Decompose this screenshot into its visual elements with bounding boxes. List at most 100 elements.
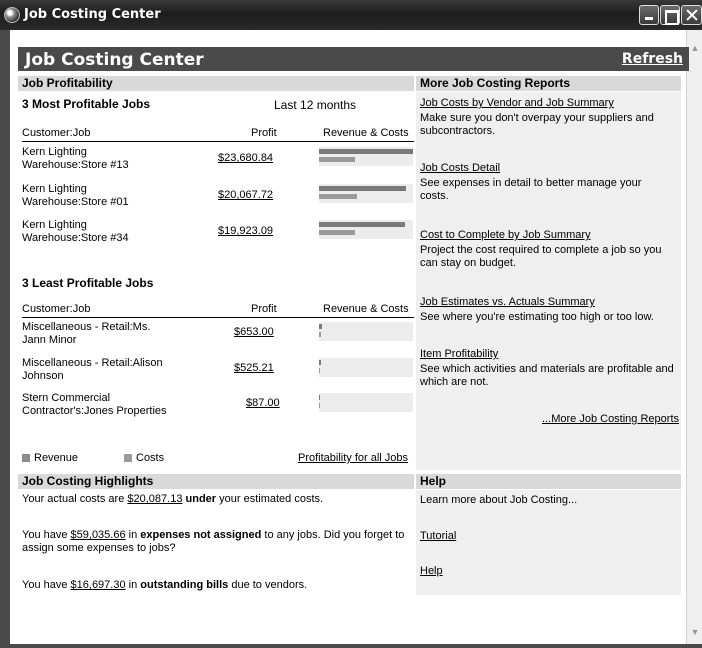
- scroll-down-icon[interactable]: ▼: [690, 628, 700, 637]
- report-desc: Make sure you don't overpay your supplie…: [420, 112, 654, 137]
- minimize-icon[interactable]: [639, 5, 659, 25]
- report-desc: See expenses in detail to better manage …: [420, 177, 642, 202]
- scroll-up-icon[interactable]: ▲: [690, 44, 700, 53]
- highlight-bold: under: [182, 493, 217, 505]
- center-header: Job Costing Center Refresh: [18, 47, 689, 71]
- report-link-job-costs-detail[interactable]: Job Costs Detail: [420, 162, 500, 174]
- highlights-header: Job Costing Highlights: [18, 474, 414, 489]
- highlight-outstanding-bills: You have $16,697.30 in outstanding bills…: [22, 579, 307, 591]
- report-link-item-profitability[interactable]: Item Profitability: [420, 348, 498, 360]
- job-name-line1: Miscellaneous - Retail:Ms.: [22, 321, 151, 333]
- least-profitable-title: 3 Least Profitable Jobs: [22, 276, 154, 290]
- job-profitability-header: Job Profitability: [18, 76, 414, 91]
- costs-legend-label: Costs: [136, 452, 165, 464]
- job-name-line2: Contractor's:Jones Properties: [22, 405, 167, 417]
- column-profit: Profit: [251, 303, 277, 315]
- column-customer-job: Customer:Job: [22, 303, 91, 315]
- revenue-cost-bars: [319, 393, 413, 412]
- cost-bar: [319, 403, 320, 408]
- table-divider: [22, 141, 414, 142]
- report-desc: See where you're estimating too high or …: [420, 311, 654, 323]
- job-profit-link[interactable]: $19,923.09: [218, 225, 273, 237]
- highlight-text: You have: [22, 579, 71, 591]
- revenue-cost-bars: [319, 322, 413, 341]
- job-name-line1: Miscellaneous - Retail:Alison: [22, 357, 163, 369]
- job-profit-link[interactable]: $87.00: [246, 397, 280, 409]
- job-name-line2: Warehouse:Store #01: [22, 196, 129, 208]
- highlight-text: in: [125, 579, 141, 591]
- actual-costs-amount-link[interactable]: $20,087.13: [127, 493, 182, 505]
- highlight-text: in: [125, 529, 141, 541]
- revenue-cost-bars: [319, 184, 413, 203]
- revenue-bar: [319, 149, 413, 154]
- most-profitable-title: 3 Most Profitable Jobs: [22, 97, 151, 111]
- cost-bar: [319, 332, 321, 337]
- period-label: Last 12 months: [274, 98, 357, 112]
- revenue-bar: [319, 395, 320, 400]
- help-panel: Learn more about Job Costing... Tutorial…: [416, 490, 681, 595]
- job-name-line2: Warehouse:Store #13: [22, 159, 129, 171]
- revenue-bar: [319, 222, 405, 227]
- job-costing-content: Job Costing Center Refresh Job Profitabi…: [10, 30, 689, 644]
- job-name-line1: Kern Lighting: [22, 183, 87, 195]
- job-name-line1: Stern Commercial: [22, 392, 111, 404]
- refresh-button[interactable]: Refresh: [622, 51, 683, 67]
- profitability-all-jobs-link[interactable]: Profitability for all Jobs: [298, 452, 408, 464]
- cost-bar: [319, 368, 320, 373]
- highlight-text: your estimated costs.: [216, 493, 324, 505]
- highlight-text: due to vendors.: [228, 579, 308, 591]
- job-name-line2: Warehouse:Store #34: [22, 232, 129, 244]
- help-link[interactable]: Help: [420, 565, 443, 577]
- legend-revenue: Revenue: [22, 452, 78, 464]
- column-customer-job: Customer:Job: [22, 127, 91, 139]
- report-link-cost-to-complete[interactable]: Cost to Complete by Job Summary: [420, 229, 591, 241]
- highlight-text: You have: [22, 529, 71, 541]
- job-name-line1: Kern Lighting: [22, 146, 87, 158]
- column-revenue-costs: Revenue & Costs: [323, 303, 409, 315]
- highlight-text: Your actual costs are: [22, 493, 128, 505]
- job-profit-link[interactable]: $23,680.84: [218, 152, 273, 164]
- table-row: Stern Commercial Contractor's:Jones Prop…: [22, 392, 167, 418]
- more-reports-header: More Job Costing Reports: [416, 76, 681, 91]
- report-link-vendor-job-summary[interactable]: Job Costs by Vendor and Job Summary: [420, 97, 614, 109]
- window-title: Job Costing Center: [24, 7, 161, 22]
- job-name-line2: Jann Minor: [22, 334, 77, 346]
- help-intro: Learn more about Job Costing...: [420, 494, 578, 506]
- tutorial-link[interactable]: Tutorial: [420, 530, 456, 542]
- report-desc: Project the cost required to complete a …: [420, 244, 662, 269]
- more-job-costing-reports-link[interactable]: ...More Job Costing Reports: [542, 413, 679, 425]
- highlight-unassigned-expenses: You have $59,035.66 in expenses not assi…: [22, 529, 410, 555]
- costs-legend-swatch: [124, 454, 132, 462]
- revenue-bar: [319, 186, 406, 191]
- center-title: Job Costing Center: [25, 50, 204, 70]
- cost-bar: [319, 194, 357, 199]
- job-name-line1: Kern Lighting: [22, 219, 87, 231]
- help-header: Help: [416, 474, 681, 489]
- table-row: Kern Lighting Warehouse:Store #13: [22, 146, 129, 172]
- maximize-icon[interactable]: [660, 5, 680, 25]
- highlight-actual-costs: Your actual costs are $20,087.13 under y…: [22, 493, 323, 505]
- job-profit-link[interactable]: $653.00: [234, 326, 274, 338]
- revenue-legend-swatch: [22, 454, 30, 462]
- app-globe-icon: [4, 7, 20, 23]
- job-name-line2: Johnson: [22, 370, 64, 382]
- revenue-cost-bars: [319, 220, 413, 239]
- job-profit-link[interactable]: $20,067.72: [218, 189, 273, 201]
- cost-bar: [319, 157, 355, 162]
- job-profit-link[interactable]: $525.21: [234, 362, 274, 374]
- outstanding-bills-amount-link[interactable]: $16,697.30: [71, 579, 126, 591]
- legend-costs: Costs: [124, 452, 164, 464]
- window-title-bar[interactable]: Job Costing Center: [0, 0, 702, 30]
- revenue-bar: [319, 360, 321, 365]
- revenue-cost-bars: [319, 147, 413, 166]
- table-row: Kern Lighting Warehouse:Store #01: [22, 183, 129, 209]
- revenue-legend-label: Revenue: [34, 452, 79, 464]
- table-row: Kern Lighting Warehouse:Store #34: [22, 219, 129, 245]
- close-icon[interactable]: [681, 5, 702, 25]
- highlight-bold: outstanding bills: [140, 579, 229, 591]
- revenue-cost-bars: [319, 358, 413, 377]
- report-link-estimates-vs-actuals[interactable]: Job Estimates vs. Actuals Summary: [420, 296, 595, 308]
- vertical-scrollbar[interactable]: ▲ ▼: [686, 30, 702, 644]
- more-reports-panel: Job Costs by Vendor and Job Summary Make…: [416, 92, 681, 470]
- unassigned-expenses-amount-link[interactable]: $59,035.66: [71, 529, 126, 541]
